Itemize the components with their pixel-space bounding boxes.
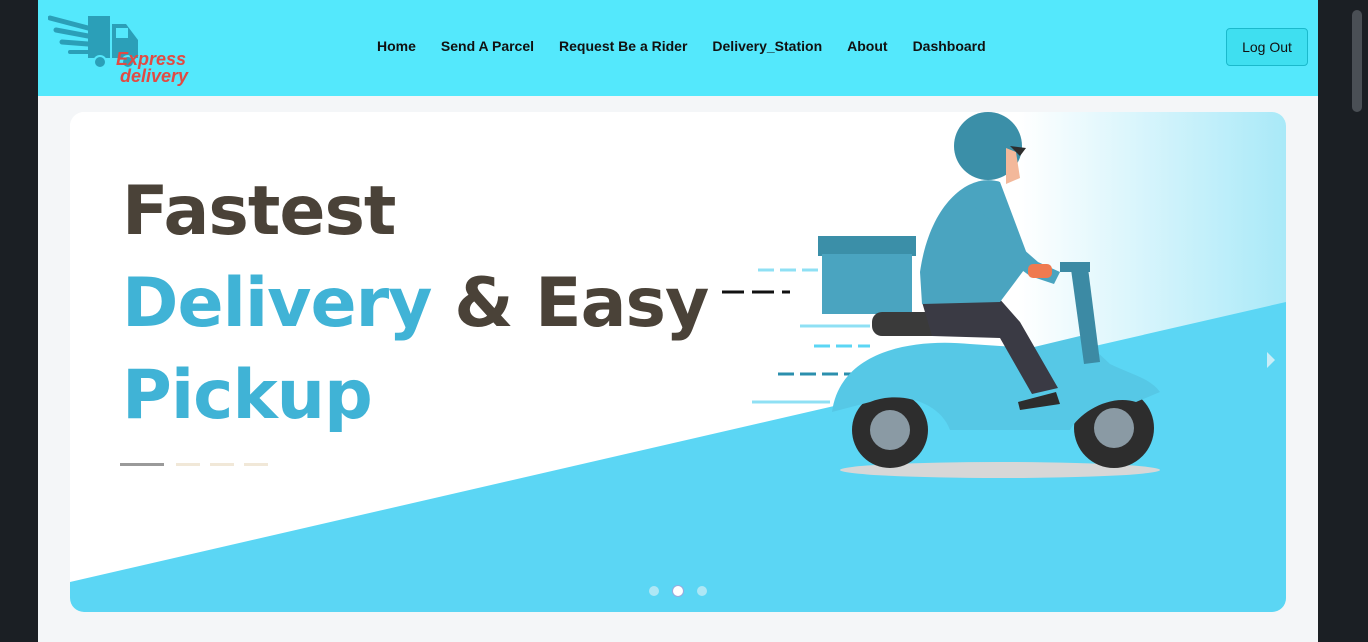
- hero-divider-4: [244, 463, 268, 466]
- hero-title-line1: Fastest: [122, 172, 396, 251]
- nav-home[interactable]: Home: [377, 38, 416, 54]
- hero-title-easy: & Easy: [454, 264, 709, 343]
- nav-send-parcel[interactable]: Send A Parcel: [441, 38, 534, 54]
- carousel-dot-2[interactable]: [673, 586, 683, 596]
- logo[interactable]: Express delivery: [47, 10, 198, 88]
- hero-divider-2: [176, 463, 200, 466]
- carousel-dot-1[interactable]: [649, 586, 659, 596]
- hero-title-line3: Pickup: [122, 356, 373, 435]
- nav-delivery-station[interactable]: Delivery_Station: [712, 38, 822, 54]
- page: Express delivery Home Send A Parcel Requ…: [38, 0, 1318, 642]
- nav-dashboard[interactable]: Dashboard: [913, 38, 986, 54]
- carousel-indicators: [649, 586, 707, 596]
- hero-divider-3: [210, 463, 234, 466]
- logo-text-delivery: delivery: [120, 66, 189, 86]
- hero-title-delivery: Delivery: [122, 264, 432, 343]
- nav-links: Home Send A Parcel Request Be a Rider De…: [377, 38, 1011, 54]
- hero-title-line2: Delivery & Easy: [122, 270, 709, 338]
- carousel-next-arrow-icon[interactable]: [1267, 352, 1275, 368]
- navbar: Express delivery Home Send A Parcel Requ…: [38, 0, 1318, 96]
- scrollbar-thumb[interactable]: [1352, 10, 1362, 112]
- hero-divider-1: [120, 463, 164, 466]
- nav-request-rider[interactable]: Request Be a Rider: [559, 38, 687, 54]
- nav-about[interactable]: About: [847, 38, 887, 54]
- hero-carousel: Fastest Delivery & Easy Pickup: [70, 112, 1286, 612]
- logout-button[interactable]: Log Out: [1226, 28, 1308, 66]
- carousel-dot-3[interactable]: [697, 586, 707, 596]
